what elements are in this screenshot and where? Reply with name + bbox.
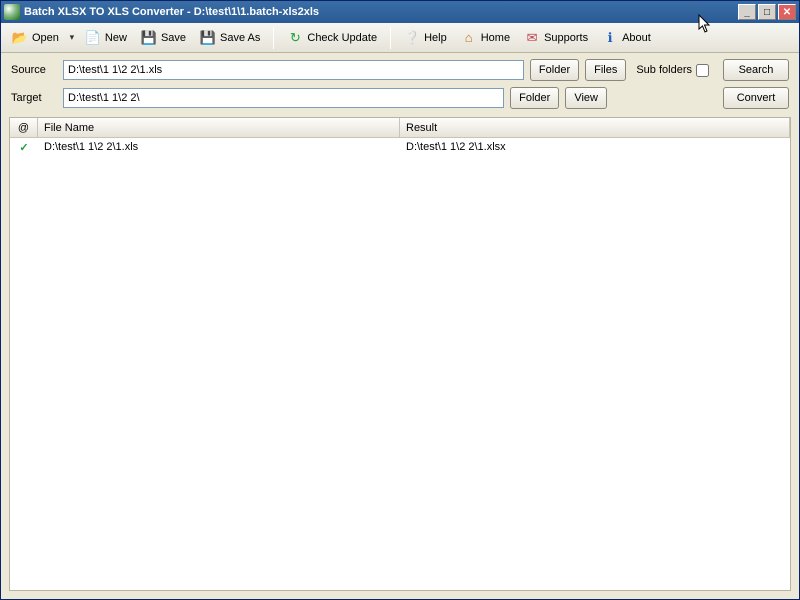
target-view-button[interactable]: View — [565, 87, 607, 109]
title-bar: Batch XLSX TO XLS Converter - D:\test\1\… — [1, 1, 799, 23]
help-button[interactable]: ❔ Help — [399, 27, 452, 49]
help-icon: ❔ — [404, 30, 420, 46]
col-status[interactable]: @ — [10, 118, 38, 137]
check-icon: ✓ — [10, 141, 38, 154]
row-result: D:\test\1 1\2 2\1.xlsx — [400, 141, 790, 153]
help-label: Help — [424, 32, 447, 44]
open-icon: 📂 — [12, 30, 28, 46]
about-button[interactable]: ℹ About — [597, 27, 656, 49]
source-row: Source Folder Files Sub folders Search — [11, 59, 789, 81]
toolbar-separator — [273, 27, 274, 49]
window-title: Batch XLSX TO XLS Converter - D:\test\1\… — [24, 6, 738, 18]
sub-folders-checkbox[interactable]: Sub folders — [636, 64, 709, 77]
maximize-button[interactable]: □ — [758, 4, 776, 20]
open-button[interactable]: 📂 Open — [7, 27, 64, 49]
target-folder-button[interactable]: Folder — [510, 87, 559, 109]
refresh-icon: ↻ — [287, 30, 303, 46]
convert-button[interactable]: Convert — [723, 87, 789, 109]
save-icon: 💾 — [141, 30, 157, 46]
window-controls: _ □ ✕ — [738, 4, 796, 20]
save-button[interactable]: 💾 Save — [136, 27, 191, 49]
support-icon: ✉ — [524, 30, 540, 46]
check-update-button[interactable]: ↻ Check Update — [282, 27, 382, 49]
row-file-name: D:\test\1 1\2 2\1.xls — [38, 141, 400, 153]
home-icon: ⌂ — [461, 30, 477, 46]
supports-label: Supports — [544, 32, 588, 44]
new-button[interactable]: 📄 New — [80, 27, 132, 49]
toolbar: 📂 Open ▾ 📄 New 💾 Save 💾 Save As ↻ Check … — [1, 23, 799, 53]
source-label: Source — [11, 64, 57, 76]
open-label: Open — [32, 32, 59, 44]
open-dropdown[interactable]: ▾ — [68, 32, 76, 43]
target-row: Target Folder View Convert — [11, 87, 789, 109]
minimize-button[interactable]: _ — [738, 4, 756, 20]
save-as-label: Save As — [220, 32, 260, 44]
close-button[interactable]: ✕ — [778, 4, 796, 20]
col-result[interactable]: Result — [400, 118, 790, 137]
col-file-name[interactable]: File Name — [38, 118, 400, 137]
list-header: @ File Name Result — [10, 118, 790, 138]
list-rows[interactable]: ✓ D:\test\1 1\2 2\1.xls D:\test\1 1\2 2\… — [10, 138, 790, 590]
new-icon: 📄 — [85, 30, 101, 46]
supports-button[interactable]: ✉ Supports — [519, 27, 593, 49]
source-input[interactable] — [63, 60, 524, 80]
target-input[interactable] — [63, 88, 504, 108]
check-update-label: Check Update — [307, 32, 377, 44]
about-icon: ℹ — [602, 30, 618, 46]
paths-panel: Source Folder Files Sub folders Search T… — [1, 53, 799, 117]
target-label: Target — [11, 92, 57, 104]
app-icon — [4, 4, 20, 20]
save-label: Save — [161, 32, 186, 44]
toolbar-separator — [390, 27, 391, 49]
home-label: Home — [481, 32, 510, 44]
file-list: @ File Name Result ✓ D:\test\1 1\2 2\1.x… — [9, 117, 791, 591]
app-window: Batch XLSX TO XLS Converter - D:\test\1\… — [0, 0, 800, 600]
save-as-icon: 💾 — [200, 30, 216, 46]
new-label: New — [105, 32, 127, 44]
search-button[interactable]: Search — [723, 59, 789, 81]
table-row[interactable]: ✓ D:\test\1 1\2 2\1.xls D:\test\1 1\2 2\… — [10, 138, 790, 156]
home-button[interactable]: ⌂ Home — [456, 27, 515, 49]
sub-folders-label: Sub folders — [636, 64, 692, 76]
sub-folders-input[interactable] — [696, 64, 709, 77]
about-label: About — [622, 32, 651, 44]
save-as-button[interactable]: 💾 Save As — [195, 27, 265, 49]
source-files-button[interactable]: Files — [585, 59, 626, 81]
source-folder-button[interactable]: Folder — [530, 59, 579, 81]
